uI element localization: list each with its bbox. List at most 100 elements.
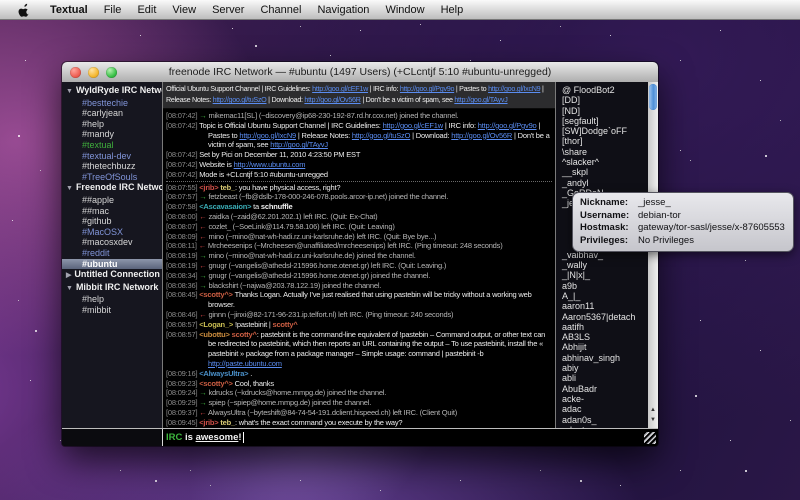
user-item[interactable]: adac: [562, 404, 648, 414]
window-titlebar[interactable]: freenode IRC Network — #ubuntu (1497 Use…: [62, 62, 658, 83]
user-item[interactable]: abhinav_singh: [562, 353, 648, 363]
sidebar-item-besttechie[interactable]: #besttechie: [62, 98, 162, 109]
link[interactable]: http://goo.gl/TAyvJ: [270, 140, 328, 149]
server-group[interactable]: ▼WyldRyde IRC Network: [62, 85, 162, 98]
minimize-button[interactable]: [88, 67, 99, 78]
link[interactable]: http://goo.gl/IxcN9: [239, 131, 296, 140]
user-item[interactable]: ^slacker^: [562, 157, 648, 167]
server-group[interactable]: ▶Untitled Connection: [62, 269, 162, 282]
sidebar-item-thetechbuzz[interactable]: #thetechbuzz: [62, 161, 162, 172]
server-group[interactable]: ▼Mibbit IRC Network: [62, 282, 162, 295]
user-item[interactable]: _andyl: [562, 178, 648, 188]
apple-menu-icon[interactable]: [12, 3, 36, 17]
sidebar-item-MacOSX[interactable]: #MacOSX: [62, 227, 162, 238]
scrollbar-thumb[interactable]: [649, 84, 657, 110]
message-segment: [08:07:58]: [166, 202, 199, 211]
menu-item-navigation[interactable]: Navigation: [309, 4, 377, 16]
message-segment: [08:09:23]: [166, 379, 199, 388]
link[interactable]: http://goo.gl/Pgv9o: [478, 121, 537, 130]
user-item[interactable]: a9b: [562, 281, 648, 291]
link[interactable]: http://goo.gl/cEF1w: [312, 84, 368, 93]
message-input[interactable]: IRC is awesome!: [163, 432, 244, 443]
user-item[interactable]: aatifh: [562, 322, 648, 332]
menu-item-help[interactable]: Help: [433, 4, 472, 16]
user-item[interactable]: [SW]Dodge`oFF: [562, 126, 648, 136]
message-input-bar[interactable]: IRC is awesome!: [62, 428, 658, 446]
userlist-scrollbar[interactable]: ▲ ▼: [648, 82, 658, 428]
disclosure-triangle-icon[interactable]: ▶: [66, 272, 71, 279]
sidebar-item-mandy[interactable]: #mandy: [62, 129, 162, 140]
sidebar-item-textualdev[interactable]: #textual-dev: [62, 151, 162, 162]
user-item[interactable]: [thor]: [562, 136, 648, 146]
menu-item-view[interactable]: View: [164, 4, 204, 16]
message-segment: [08:09:29]: [166, 398, 199, 407]
menu-item-edit[interactable]: Edit: [129, 4, 164, 16]
message-segment: cozlet_ (~SoeLink@114.79.58.106) left IR…: [208, 222, 394, 231]
sidebar-item-reddit[interactable]: #reddit: [62, 248, 162, 259]
message-segment: | Download:: [410, 131, 451, 140]
user-item[interactable]: [segfault]: [562, 116, 648, 126]
link[interactable]: http://goo.gl/cEF1w: [383, 121, 443, 130]
link[interactable]: http://goo.gl/Pgv9o: [400, 84, 454, 93]
sidebar-item-macosxdev[interactable]: #macosxdev: [62, 237, 162, 248]
sidebar-item-apple[interactable]: ##apple: [62, 195, 162, 206]
message-segment: [08:08:00]: [166, 212, 199, 221]
sidebar-item-carlyjean[interactable]: #carlyjean: [62, 108, 162, 119]
sidebar-item-ubuntu[interactable]: #ubuntu: [62, 259, 162, 270]
user-item[interactable]: Abhijit: [562, 342, 648, 352]
user-item[interactable]: adan0s_: [562, 415, 648, 425]
menu-item-textual[interactable]: Textual: [42, 4, 96, 16]
close-button[interactable]: [70, 67, 81, 78]
scroll-up-icon[interactable]: ▲: [648, 405, 658, 415]
message-segment: [08:08:36]: [166, 281, 199, 290]
sidebar-item-mac[interactable]: ##mac: [62, 206, 162, 217]
sidebar-item-mibbit[interactable]: #mibbit: [62, 305, 162, 316]
user-item[interactable]: AB3LS: [562, 332, 648, 342]
chat-message: [08:08:57] <ubottu> scotty^: pastebinit …: [166, 330, 552, 369]
tooltip-label: Nickname:: [580, 197, 638, 210]
sidebar-item-help[interactable]: #help: [62, 119, 162, 130]
user-item[interactable]: A_|_: [562, 291, 648, 301]
user-item[interactable]: @ FloodBot2: [562, 85, 648, 95]
resize-grip-icon[interactable]: [644, 432, 656, 444]
disclosure-triangle-icon[interactable]: ▼: [66, 88, 73, 95]
chat-area[interactable]: [08:07:42] → mikemac11[SL] (~discovery@i…: [163, 109, 555, 428]
user-item[interactable]: [DD]: [562, 95, 648, 105]
link[interactable]: http://goo.gl/TAyvJ: [454, 95, 507, 104]
tooltip-label: Hostmask:: [580, 222, 638, 235]
sidebar-item-github[interactable]: #github: [62, 216, 162, 227]
disclosure-triangle-icon[interactable]: ▼: [66, 185, 73, 192]
server-group[interactable]: ▼Freenode IRC Network: [62, 182, 162, 195]
message-segment: <Ascavasaion>: [199, 202, 253, 211]
user-item[interactable]: aaron11: [562, 301, 648, 311]
link[interactable]: http://goo.gl/IxcN9: [488, 84, 540, 93]
link[interactable]: http://goo.gl/Ov56R: [451, 131, 512, 140]
user-item[interactable]: abli: [562, 373, 648, 383]
link[interactable]: http://goo.gl/Ov56R: [304, 95, 360, 104]
user-item[interactable]: Aaron5367|detach: [562, 312, 648, 322]
user-item[interactable]: \share: [562, 147, 648, 157]
sidebar-item-textual[interactable]: #textual: [62, 140, 162, 151]
user-item[interactable]: _wally: [562, 260, 648, 270]
menu-item-window[interactable]: Window: [377, 4, 432, 16]
user-item[interactable]: acke-: [562, 394, 648, 404]
message-segment: [08:08:57]: [166, 330, 199, 339]
link[interactable]: http://www.ubuntu.com: [234, 160, 306, 169]
scroll-down-icon[interactable]: ▼: [648, 415, 658, 425]
menu-item-server[interactable]: Server: [204, 4, 252, 16]
menu-item-channel[interactable]: Channel: [252, 4, 309, 16]
user-item[interactable]: AbuBadr: [562, 384, 648, 394]
link[interactable]: http://goo.gl/tuSzO: [213, 95, 267, 104]
user-item[interactable]: __skpl: [562, 167, 648, 177]
disclosure-triangle-icon[interactable]: ▼: [66, 285, 73, 292]
sidebar-item-help[interactable]: #help: [62, 294, 162, 305]
channel-sidebar[interactable]: ▼WyldRyde IRC Network#besttechie#carlyje…: [62, 82, 162, 428]
link[interactable]: http://paste.ubuntu.com: [208, 359, 282, 368]
link[interactable]: http://goo.gl/tuSzO: [352, 131, 410, 140]
sidebar-item-TreeOfSouls[interactable]: #TreeOfSouls: [62, 172, 162, 183]
user-item[interactable]: _|N|x|_: [562, 270, 648, 280]
user-list[interactable]: @ FloodBot2[DD][ND][segfault][SW]Dodge`o…: [556, 82, 648, 428]
user-item[interactable]: [ND]: [562, 106, 648, 116]
menu-item-file[interactable]: File: [96, 4, 130, 16]
user-item[interactable]: abiy: [562, 363, 648, 373]
